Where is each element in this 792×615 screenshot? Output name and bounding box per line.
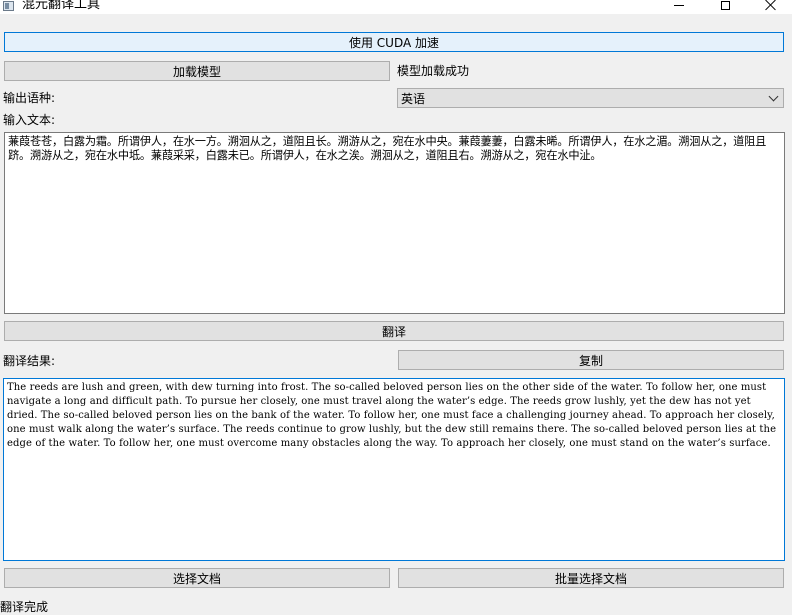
status-bar-text: 翻译完成 [0, 600, 49, 614]
input-text-area[interactable]: 蒹葭苍苍，白露为霜。所谓伊人，在水一方。溯洄从之，道阻且长。溯游从之，宛在水中央… [4, 132, 785, 314]
close-icon [765, 0, 777, 11]
maximize-button[interactable] [702, 0, 748, 14]
model-status-label: 模型加载成功 [397, 64, 470, 78]
minimize-button[interactable] [656, 0, 702, 14]
chevron-down-icon [768, 91, 779, 102]
maximize-icon [720, 0, 730, 10]
close-button[interactable] [748, 0, 792, 14]
translation-result-label: 翻译结果: [3, 354, 56, 368]
batch-select-files-button[interactable]: 批量选择文档 [398, 568, 784, 588]
output-language-label: 输出语种: [3, 91, 56, 105]
load-model-button[interactable]: 加载模型 [4, 61, 390, 81]
minimize-icon [674, 4, 684, 6]
output-language-value: 英语 [401, 92, 426, 106]
input-text-label: 输入文本: [3, 113, 56, 127]
window-title: 混元翻译工具 [22, 0, 101, 12]
select-file-button[interactable]: 选择文档 [4, 568, 390, 588]
translate-button[interactable]: 翻译 [4, 321, 784, 341]
app-window-icon [3, 1, 14, 11]
copy-button[interactable]: 复制 [398, 350, 784, 370]
output-language-select[interactable]: 英语 [397, 88, 784, 108]
cuda-acceleration-button[interactable]: 使用 CUDA 加速 [4, 32, 784, 52]
title-bar[interactable]: 混元翻译工具 [0, 0, 792, 14]
translation-output-area[interactable]: The reeds are lush and green, with dew t… [3, 378, 785, 561]
